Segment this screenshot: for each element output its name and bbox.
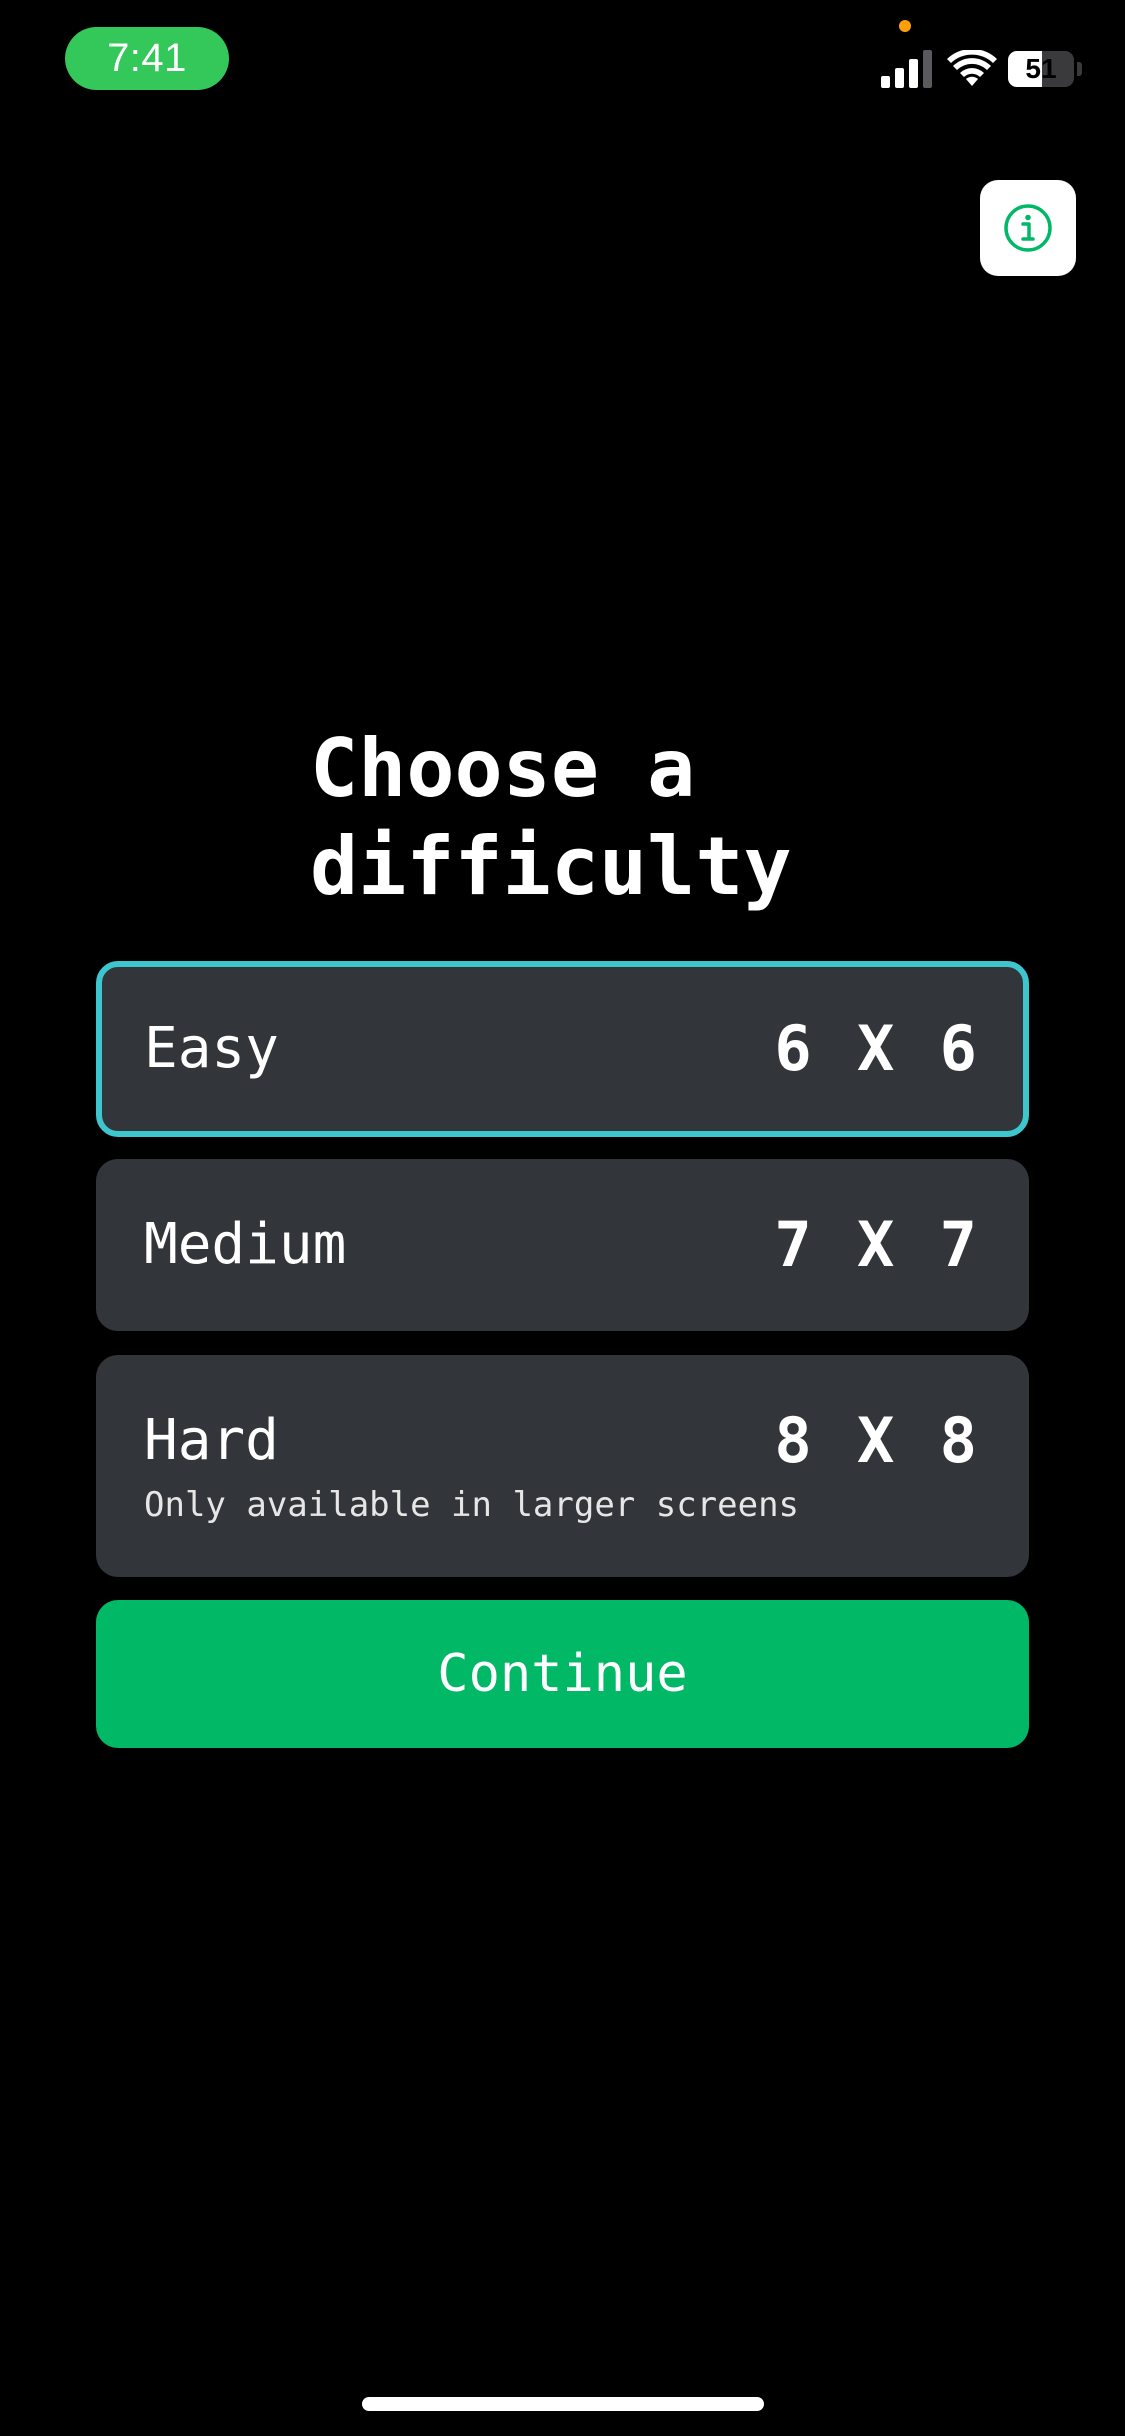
battery-percentage: 51 [1025, 53, 1057, 84]
privacy-indicator-dot [899, 20, 911, 32]
difficulty-option-easy[interactable]: Easy 6 X 6 [96, 961, 1029, 1137]
info-icon [1004, 204, 1052, 252]
grid-size: 7 X 7 [774, 1208, 981, 1281]
difficulty-name: Hard [144, 1408, 279, 1473]
info-button[interactable] [980, 180, 1076, 276]
grid-size: 6 X 6 [774, 1012, 981, 1085]
difficulty-name: Medium [144, 1212, 347, 1277]
availability-note: Only available in larger screens [144, 1485, 800, 1525]
battery-tip [1077, 62, 1082, 76]
wifi-icon [947, 50, 997, 86]
difficulty-name: Easy [144, 1016, 279, 1081]
difficulty-option-hard[interactable]: Hard 8 X 8 Only available in larger scre… [96, 1355, 1029, 1577]
battery-icon: 51 [1008, 51, 1074, 87]
page-title: Choose a difficulty [310, 722, 792, 913]
status-time: 7:41 [65, 27, 229, 90]
continue-button[interactable]: Continue [96, 1600, 1029, 1748]
difficulty-option-medium[interactable]: Medium 7 X 7 [96, 1159, 1029, 1331]
cellular-signal-icon [881, 50, 932, 88]
grid-size: 8 X 8 [774, 1404, 981, 1477]
home-indicator[interactable] [362, 2397, 764, 2411]
